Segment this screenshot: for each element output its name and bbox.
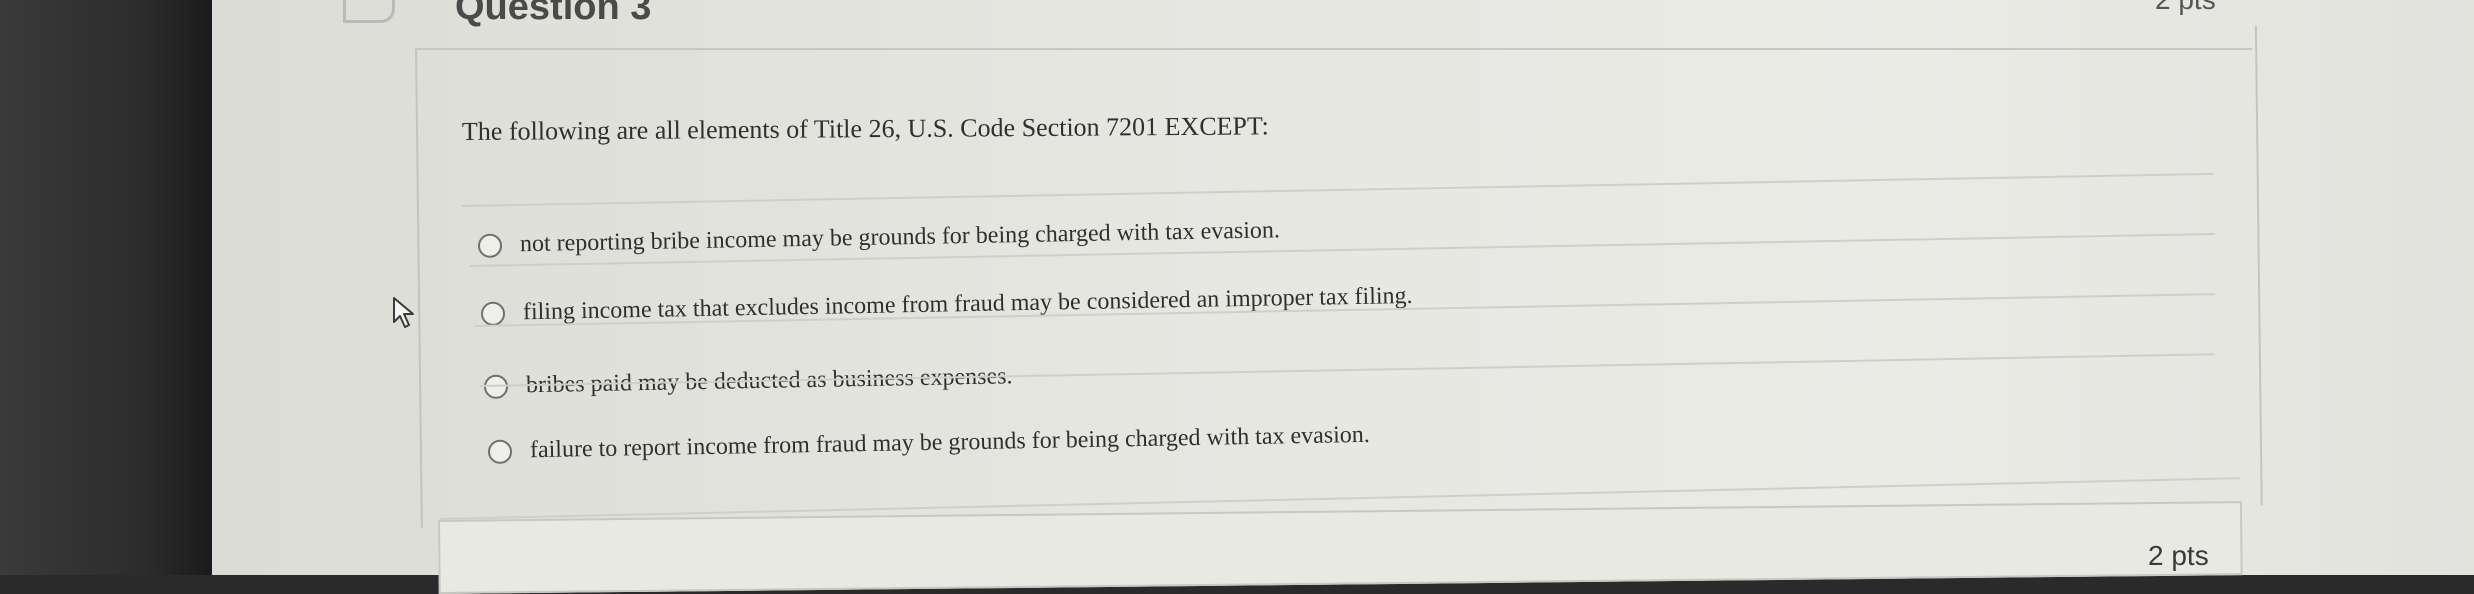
radio-button[interactable] (487, 439, 513, 464)
next-question-points: 2 pts (2148, 540, 2209, 571)
mouse-pointer-icon (393, 297, 414, 328)
radio-button[interactable] (480, 301, 506, 326)
monitor-bezel (0, 0, 240, 575)
radio-button[interactable] (477, 233, 503, 258)
question-title: Question 3 (455, 0, 652, 28)
question-points: 2 pts (2155, 0, 2216, 16)
flag-icon[interactable] (343, 0, 395, 23)
question-prompt: The following are all elements of Title … (461, 111, 1269, 146)
